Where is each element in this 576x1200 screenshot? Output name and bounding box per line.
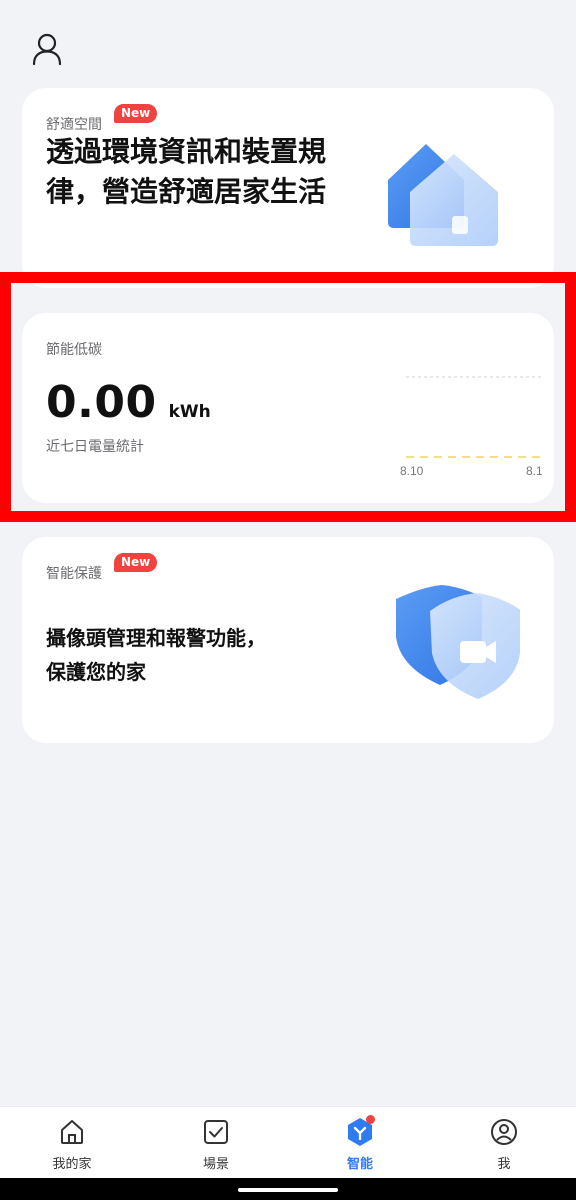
card-label: 智能保護 bbox=[46, 566, 102, 582]
shield-camera-icon bbox=[390, 583, 522, 707]
card-label: 舒適空間 bbox=[46, 117, 102, 133]
energy-caption: 近七日電量統計 bbox=[46, 439, 144, 455]
card-heading: 透過環境資訊和裝置規律，營造舒適居家生活 bbox=[46, 135, 327, 208]
energy-value: 0.00 kWh bbox=[46, 377, 211, 428]
user-icon bbox=[32, 33, 62, 66]
nav-label: 我的家 bbox=[52, 1157, 92, 1172]
system-gesture-area bbox=[0, 1178, 576, 1200]
card-heading: 攝像頭管理和報警功能，保護您的家 bbox=[46, 626, 266, 684]
energy-number: 0.00 bbox=[46, 377, 157, 428]
chart-end-label: 8.16 bbox=[526, 464, 542, 478]
smart-protection-card[interactable]: 智能保護 New 攝像頭管理和報警功能，保護您的家 bbox=[22, 537, 554, 743]
energy-unit: kWh bbox=[168, 402, 211, 422]
nav-label: 智能 bbox=[346, 1157, 373, 1172]
energy-saving-card[interactable]: 節能低碳 0.00 kWh 近七日電量統計 8.10 8.16 bbox=[22, 313, 554, 503]
checkbox-icon bbox=[201, 1117, 231, 1147]
energy-mini-chart: 8.10 8.16 bbox=[372, 363, 550, 483]
nav-label: 我 bbox=[497, 1157, 511, 1172]
house-icon bbox=[384, 136, 514, 260]
smart-hexagon-icon bbox=[345, 1115, 375, 1147]
new-badge: New bbox=[114, 104, 158, 123]
profile-button[interactable] bbox=[28, 30, 66, 68]
nav-item-smart[interactable]: 智能 bbox=[288, 1107, 432, 1178]
nav-item-scenes[interactable]: 場景 bbox=[144, 1107, 288, 1178]
notification-dot bbox=[366, 1115, 375, 1124]
nav-item-home[interactable]: 我的家 bbox=[0, 1107, 144, 1178]
chart-start-label: 8.10 bbox=[400, 464, 424, 478]
user-circle-icon bbox=[489, 1117, 519, 1147]
nav-item-me[interactable]: 我 bbox=[432, 1107, 576, 1178]
card-label: 節能低碳 bbox=[46, 342, 102, 358]
new-badge: New bbox=[114, 553, 158, 572]
home-icon bbox=[57, 1117, 87, 1147]
gesture-handle[interactable] bbox=[238, 1188, 338, 1192]
nav-label: 場景 bbox=[202, 1157, 229, 1172]
bottom-navigation: 我的家 場景 智能 我 bbox=[0, 1106, 576, 1178]
comfort-space-card[interactable]: 舒適空間 New 透過環境資訊和裝置規律，營造舒適居家生活 bbox=[22, 88, 554, 288]
